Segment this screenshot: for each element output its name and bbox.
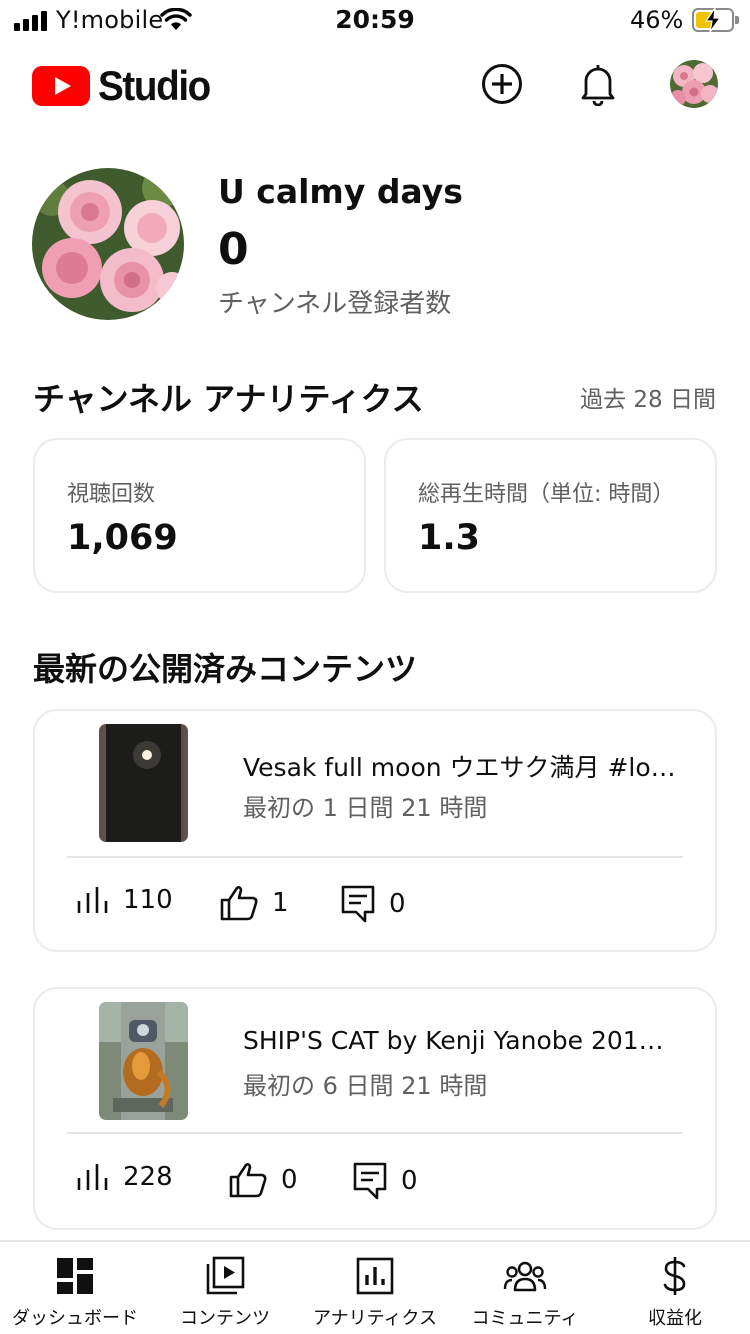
nav-content-label: コンテンツ — [180, 1308, 270, 1329]
likes-metric: 0 — [229, 1162, 298, 1198]
video-meta: 最初の 6 日間 21 時間 — [243, 1072, 488, 1100]
create-button[interactable] — [478, 60, 526, 108]
thumbs-up-icon — [220, 886, 258, 921]
nav-dashboard-label: ダッシュボード — [12, 1308, 138, 1329]
video-thumbnail[interactable] — [99, 724, 188, 842]
account-avatar[interactable] — [670, 60, 718, 108]
logo-text: Studio — [98, 62, 211, 109]
bottom-nav: ダッシュボード コンテンツ アナリティクス コミュニティ 収益化 — [0, 1240, 750, 1334]
bar-chart-icon — [77, 887, 108, 913]
channel-name: U calmy days — [218, 172, 463, 211]
analytics-title: チャンネル アナリティクス — [33, 380, 424, 418]
divider — [67, 856, 683, 858]
battery-percent: 46% — [630, 6, 684, 34]
video-title[interactable]: Vesak full moon ウエサク満月 #lo… — [243, 748, 683, 784]
content-card[interactable]: Vesak full moon ウエサク満月 #lo… 最初の 1 日間 21 … — [33, 709, 717, 952]
notifications-button[interactable] — [574, 60, 622, 108]
thumbs-up-icon — [229, 1163, 267, 1198]
content-card[interactable]: SHIP'S CAT by Kenji Yanobe 201… 最初の 6 日間… — [33, 987, 717, 1230]
nav-community[interactable]: コミュニティ — [450, 1242, 600, 1334]
nav-monetization-label: 収益化 — [648, 1308, 702, 1329]
comments-metric: 0 — [341, 885, 406, 923]
comment-icon — [353, 1162, 387, 1200]
content-icon — [206, 1256, 245, 1295]
comments-metric: 0 — [353, 1162, 418, 1200]
analytics-icon — [356, 1257, 394, 1295]
views-metric: 110 — [75, 885, 173, 915]
app-header: Studio — [0, 50, 750, 122]
studio-logo[interactable]: Studio — [32, 62, 220, 110]
video-thumbnail[interactable] — [99, 1002, 188, 1120]
comment-icon — [341, 885, 375, 923]
views-metric: 228 — [75, 1162, 173, 1192]
channel-avatar[interactable] — [32, 168, 184, 320]
battery-icon — [692, 8, 739, 32]
comments-count: 0 — [401, 1166, 418, 1196]
watch-time-value: 1.3 — [418, 518, 481, 558]
analytics-period: 過去 28 日間 — [580, 387, 716, 413]
video-meta: 最初の 1 日間 21 時間 — [243, 794, 488, 822]
views-value: 1,069 — [67, 518, 178, 558]
views-count: 110 — [123, 885, 173, 915]
divider — [67, 1132, 683, 1134]
latest-content-title: 最新の公開済みコンテンツ — [33, 650, 418, 688]
dashboard-icon — [57, 1258, 93, 1294]
youtube-play-icon — [32, 66, 90, 106]
comments-count: 0 — [389, 889, 406, 919]
nav-analytics[interactable]: アナリティクス — [300, 1242, 450, 1334]
add-circle-icon — [482, 64, 522, 104]
watch-time-label: 総再生時間（単位: 時間） — [418, 482, 675, 507]
views-label: 視聴回数 — [67, 482, 156, 507]
likes-metric: 1 — [220, 885, 289, 921]
views-count: 228 — [123, 1162, 173, 1192]
views-card[interactable]: 視聴回数 1,069 — [33, 438, 366, 593]
bell-icon — [581, 65, 615, 106]
nav-content[interactable]: コンテンツ — [150, 1242, 300, 1334]
community-icon — [503, 1261, 547, 1292]
likes-count: 1 — [272, 888, 289, 918]
nav-community-label: コミュニティ — [471, 1308, 579, 1329]
likes-count: 0 — [281, 1165, 298, 1195]
subscriber-count: 0 — [218, 224, 249, 275]
subscriber-label: チャンネル登録者数 — [218, 289, 452, 319]
status-bar: Y!mobile 20:59 46% — [0, 0, 750, 42]
charging-bolt-icon — [704, 8, 722, 32]
nav-dashboard[interactable]: ダッシュボード — [0, 1242, 150, 1334]
nav-analytics-label: アナリティクス — [312, 1308, 438, 1329]
watch-time-card[interactable]: 総再生時間（単位: 時間） 1.3 — [384, 438, 717, 593]
nav-monetization[interactable]: 収益化 — [600, 1242, 750, 1334]
dollar-icon — [663, 1257, 686, 1295]
bar-chart-icon — [77, 1164, 108, 1190]
video-title[interactable]: SHIP'S CAT by Kenji Yanobe 201… — [243, 1026, 683, 1055]
